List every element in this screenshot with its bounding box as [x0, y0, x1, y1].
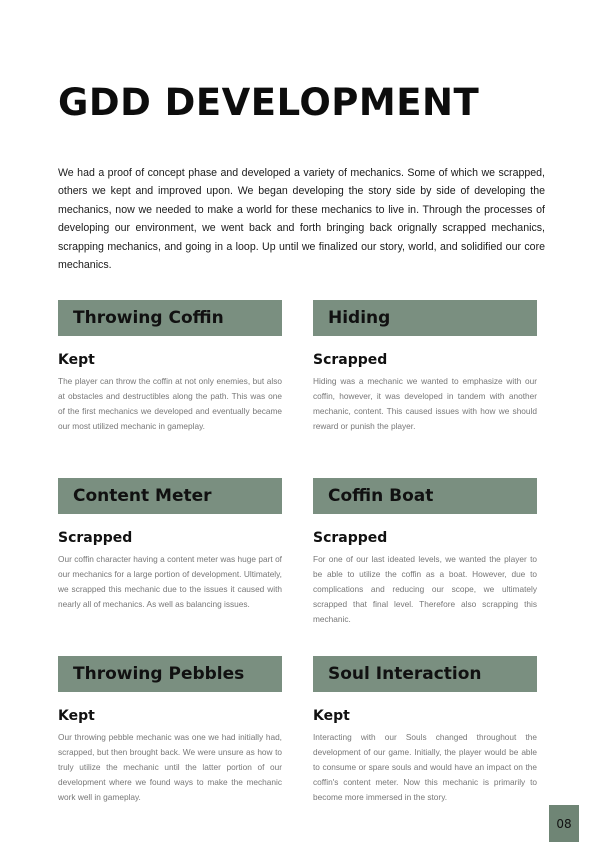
mechanic-title: Soul Interaction — [328, 664, 482, 684]
page-title: GDD DEVELOPMENT — [58, 81, 480, 124]
mechanic-title: Throwing Pebbles — [73, 664, 245, 684]
mechanic-card-throwing-pebbles: Throwing Pebbles Kept Our throwing pebbl… — [58, 656, 282, 805]
mechanic-status: Kept — [58, 352, 95, 368]
mechanic-header: Content Meter — [58, 478, 282, 514]
mechanic-card-throwing-coffin: Throwing Coffin Kept The player can thro… — [58, 300, 282, 434]
mechanic-description: Our throwing pebble mechanic was one we … — [58, 732, 282, 802]
mechanic-status: Kept — [58, 708, 95, 724]
mechanic-description: Our coffin character having a content me… — [58, 554, 282, 609]
mechanic-header: Coffin Boat — [313, 478, 537, 514]
mechanic-title: Throwing Coffin — [73, 308, 224, 328]
mechanic-description: Interacting with our Souls changed throu… — [313, 732, 537, 802]
mechanic-title: Hiding — [328, 308, 391, 328]
intro-paragraph: We had a proof of concept phase and deve… — [58, 167, 545, 272]
mechanic-header: Throwing Pebbles — [58, 656, 282, 692]
mechanic-description: The player can throw the coffin at not o… — [58, 376, 282, 431]
mechanic-description: Hiding was a mechanic we wanted to empha… — [313, 376, 537, 431]
mechanic-header: Throwing Coffin — [58, 300, 282, 336]
mechanic-card-soul-interaction: Soul Interaction Kept Interacting with o… — [313, 656, 537, 805]
mechanic-card-coffin-boat: Coffin Boat Scrapped For one of our last… — [313, 478, 537, 627]
mechanic-status: Scrapped — [58, 530, 133, 546]
mechanic-header: Soul Interaction — [313, 656, 537, 692]
mechanic-status: Scrapped — [313, 352, 388, 368]
mechanic-title: Coffin Boat — [328, 486, 434, 506]
mechanic-title: Content Meter — [73, 486, 212, 506]
mechanic-status: Kept — [313, 708, 350, 724]
mechanic-card-content-meter: Content Meter Scrapped Our coffin charac… — [58, 478, 282, 612]
mechanic-status: Scrapped — [313, 530, 388, 546]
page-number: 08 — [549, 805, 579, 842]
mechanic-description: For one of our last ideated levels, we w… — [313, 554, 537, 624]
mechanic-card-hiding: Hiding Scrapped Hiding was a mechanic we… — [313, 300, 537, 434]
mechanic-header: Hiding — [313, 300, 537, 336]
